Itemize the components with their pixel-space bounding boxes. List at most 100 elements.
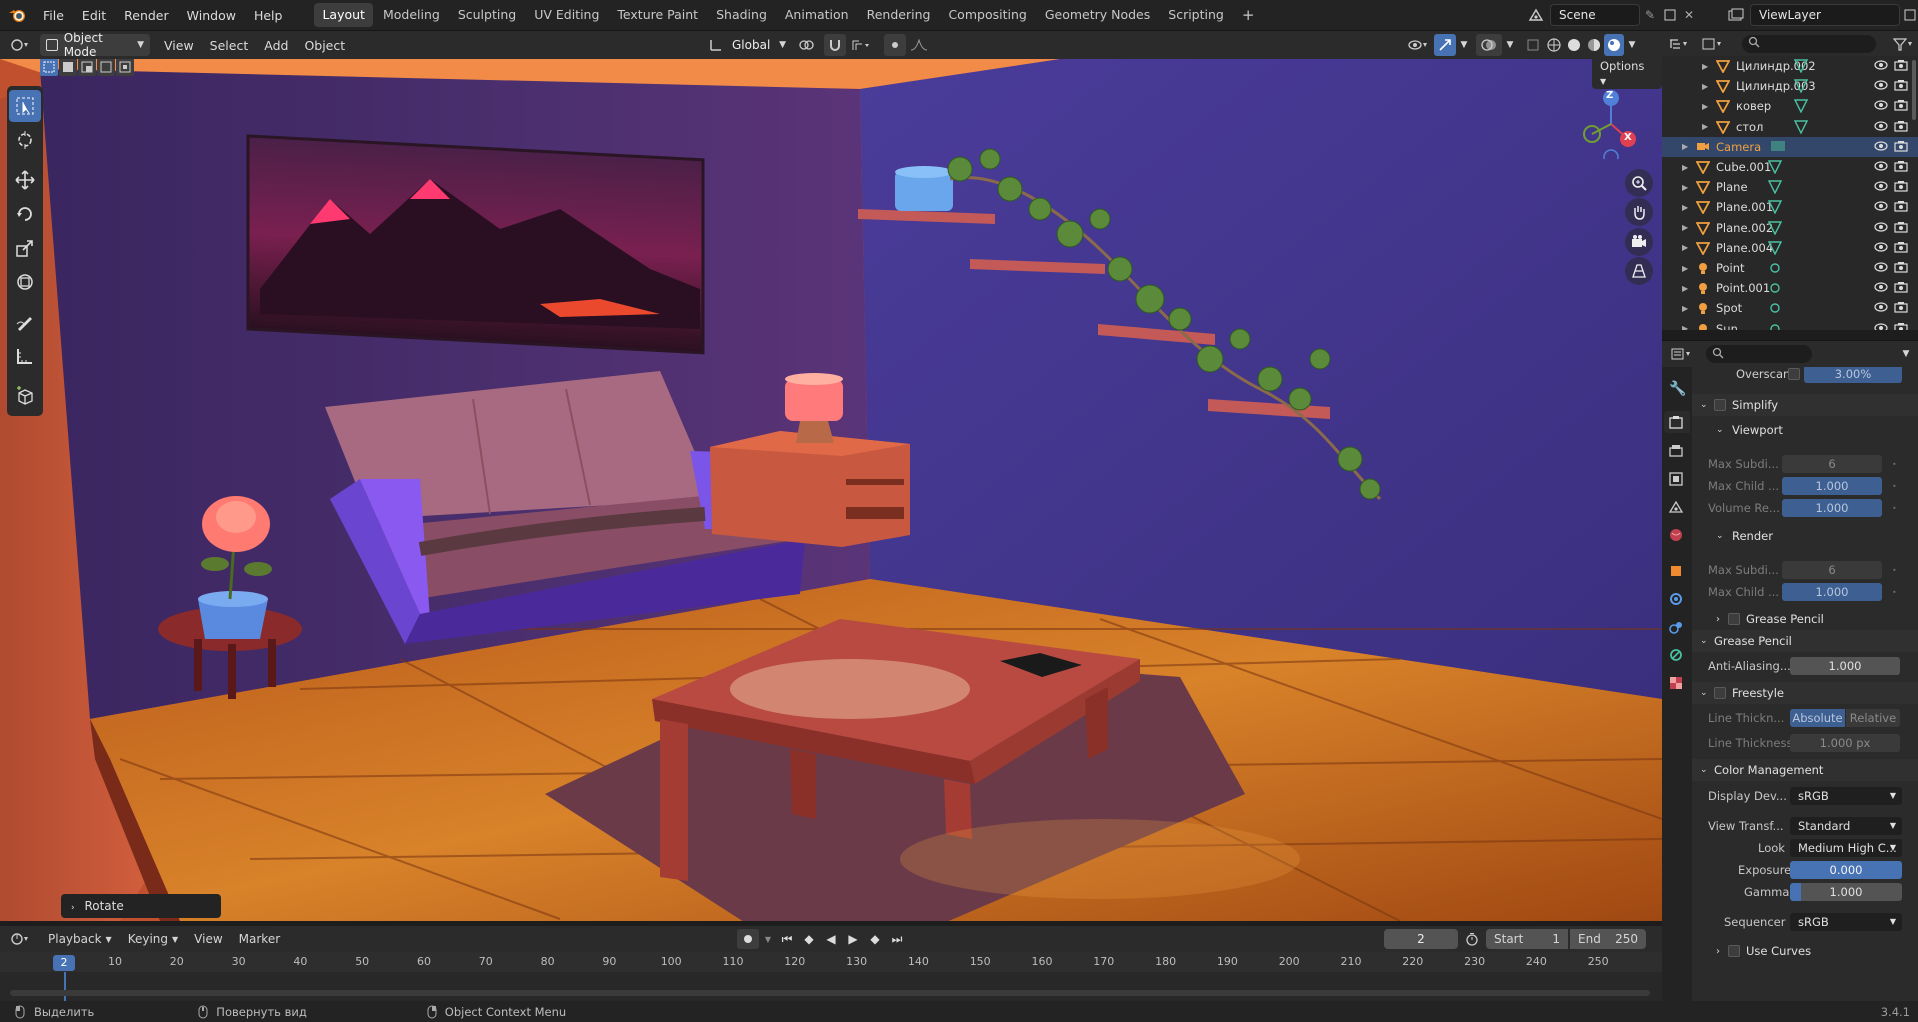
overscan-checkbox[interactable]: [1788, 368, 1800, 380]
tab-object-data[interactable]: [1669, 648, 1683, 665]
tab-sculpting[interactable]: Sculpting: [450, 3, 524, 27]
light-data-icon[interactable]: [1768, 281, 1782, 298]
xray-icon[interactable]: [1522, 38, 1544, 52]
jump-end-icon[interactable]: ⏭: [887, 932, 907, 947]
eye-icon[interactable]: [1874, 221, 1888, 236]
light-data-icon[interactable]: [1768, 322, 1782, 330]
mesh-data-icon[interactable]: [1793, 79, 1809, 96]
tab-uv-editing[interactable]: UV Editing: [526, 3, 607, 27]
outliner-row[interactable]: ▶ Cube.001: [1662, 157, 1918, 177]
render-camera-icon[interactable]: [1894, 140, 1908, 155]
grease-pencil-subpanel-header[interactable]: › Grease Pencil: [1692, 608, 1918, 630]
menu-select[interactable]: Select: [202, 38, 257, 53]
outliner-row[interactable]: ▶ Plane.002: [1662, 218, 1918, 238]
select-invert-icon[interactable]: [97, 59, 115, 76]
select-intersect-icon[interactable]: [116, 59, 134, 76]
render-max-child-field[interactable]: 1.000: [1782, 583, 1882, 601]
display-mode-icon[interactable]: [1696, 37, 1730, 51]
render-camera-icon[interactable]: [1894, 59, 1908, 74]
tab-scripting[interactable]: Scripting: [1160, 3, 1232, 27]
prev-keyframe-icon[interactable]: ◆: [799, 932, 819, 946]
tab-object[interactable]: [1669, 564, 1683, 581]
tab-modifiers[interactable]: [1669, 592, 1683, 609]
mesh-data-icon[interactable]: [1767, 241, 1783, 258]
play-reverse-icon[interactable]: ◀: [821, 932, 841, 946]
menu-add[interactable]: Add: [256, 38, 296, 53]
add-cube-tool[interactable]: [9, 380, 41, 412]
menu-help[interactable]: Help: [245, 0, 292, 31]
timeline-editor-icon[interactable]: [0, 932, 40, 946]
mesh-data-icon[interactable]: [1767, 200, 1783, 217]
timeline-scrollbar[interactable]: [10, 990, 1650, 996]
relative-button[interactable]: Relative: [1846, 709, 1900, 727]
frame-ruler[interactable]: 2 10 20 30 40 50 60 70 80 90 100 110 120 130 140 150 16…: [0, 952, 1662, 972]
jump-start-icon[interactable]: ⏮: [777, 932, 797, 947]
falloff-icon[interactable]: [906, 39, 932, 51]
absolute-button[interactable]: Absolute: [1790, 709, 1845, 727]
visibility-icon[interactable]: [1402, 38, 1434, 52]
display-device-dropdown[interactable]: sRGB ▼: [1790, 787, 1902, 805]
tab-geometry-nodes[interactable]: Geometry Nodes: [1037, 3, 1158, 27]
outliner-row[interactable]: ▶ Цилиндр.002: [1662, 56, 1918, 76]
current-frame-field[interactable]: 2: [1384, 929, 1458, 949]
chevron-right-icon[interactable]: ▶: [1682, 163, 1688, 172]
freestyle-panel-header[interactable]: ⌄ Freestyle: [1692, 682, 1918, 704]
zoom-button[interactable]: [1625, 169, 1653, 197]
keyframe-dot-icon[interactable]: •: [1892, 588, 1897, 597]
eye-icon[interactable]: [1874, 241, 1888, 256]
mesh-data-icon[interactable]: [1767, 160, 1783, 177]
chevron-right-icon[interactable]: ▶: [1702, 82, 1708, 91]
chevron-down-icon[interactable]: ▼: [1456, 40, 1472, 50]
outliner-row[interactable]: ▶ Plane.001: [1662, 197, 1918, 217]
new-scene-icon[interactable]: [1660, 8, 1680, 22]
playhead[interactable]: 2: [53, 955, 75, 971]
properties-search-input[interactable]: [1706, 345, 1812, 363]
cursor-tool[interactable]: [9, 124, 41, 156]
view-layer-icon[interactable]: [1722, 8, 1750, 22]
tab-tool[interactable]: 🔧: [1669, 381, 1686, 397]
outliner-row[interactable]: ▶ Point: [1662, 258, 1918, 278]
select-extend-icon[interactable]: [59, 59, 77, 76]
wireframe-shading-icon[interactable]: [1544, 38, 1564, 52]
outliner-row[interactable]: ▶ Spot: [1662, 298, 1918, 318]
grease-pencil-simplify-checkbox[interactable]: [1728, 613, 1740, 625]
outliner-row[interactable]: ▶ ковер: [1662, 96, 1918, 116]
eye-icon[interactable]: [1874, 79, 1888, 94]
render-subpanel-header[interactable]: ⌄ Render: [1692, 525, 1918, 547]
sequencer-dropdown[interactable]: sRGB ▼: [1790, 913, 1902, 931]
eye-icon[interactable]: [1874, 59, 1888, 74]
record-icon[interactable]: [737, 929, 759, 949]
chevron-right-icon[interactable]: ▶: [1682, 203, 1688, 212]
outliner-scrollbar[interactable]: [1912, 60, 1916, 120]
render-max-subdiv-field[interactable]: 6: [1782, 561, 1882, 579]
eye-icon[interactable]: [1874, 120, 1888, 135]
tab-texture[interactable]: [1669, 676, 1683, 693]
orientation-dropdown[interactable]: Global ▼: [726, 34, 792, 56]
menu-render[interactable]: Render: [115, 0, 178, 31]
outliner-row[interactable]: ▶ Sun: [1662, 319, 1918, 330]
freestyle-checkbox[interactable]: [1714, 687, 1726, 699]
tab-rendering[interactable]: Rendering: [859, 3, 939, 27]
delete-scene-icon[interactable]: ✕: [1680, 8, 1698, 22]
tab-output[interactable]: [1669, 444, 1683, 461]
mesh-data-icon[interactable]: [1767, 220, 1783, 238]
select-new-icon[interactable]: [40, 59, 58, 76]
menu-view[interactable]: View: [156, 38, 202, 53]
keyframe-dot-icon[interactable]: •: [1892, 504, 1897, 513]
menu-window[interactable]: Window: [178, 0, 245, 31]
render-camera-icon[interactable]: [1894, 79, 1908, 94]
scene-icon[interactable]: [1522, 8, 1550, 22]
material-shading-icon[interactable]: [1584, 38, 1604, 52]
properties-editor-icon[interactable]: [1662, 347, 1702, 361]
keyframe-dot-icon[interactable]: •: [1892, 482, 1897, 491]
scene-field[interactable]: Scene: [1550, 4, 1640, 26]
eye-icon[interactable]: [1874, 140, 1888, 155]
tab-texture-paint[interactable]: Texture Paint: [609, 3, 706, 27]
chevron-right-icon[interactable]: ▶: [1682, 304, 1688, 313]
menu-playback[interactable]: Playback ▼: [40, 932, 120, 946]
pan-hand-icon[interactable]: [1625, 198, 1653, 226]
gizmo-toggle-icon[interactable]: [1434, 34, 1456, 56]
look-dropdown[interactable]: Medium High C... ▼: [1790, 839, 1902, 857]
mesh-data-icon[interactable]: [1793, 119, 1809, 137]
chevron-right-icon[interactable]: ▶: [1682, 223, 1688, 232]
